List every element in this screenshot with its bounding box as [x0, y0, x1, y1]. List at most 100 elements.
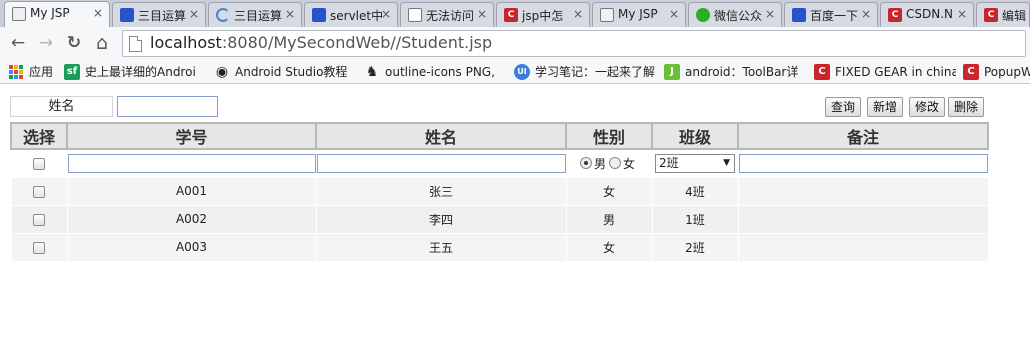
tab-title: 编辑	[1002, 9, 1027, 23]
header-gender: 性别	[565, 122, 653, 150]
close-tab-icon[interactable]: ×	[285, 7, 295, 21]
tab-title: 三目运算	[234, 9, 283, 23]
tab-jsp-how[interactable]: C jsp中怎 ×	[496, 2, 590, 27]
close-tab-icon[interactable]: ×	[957, 7, 967, 21]
url-path: :8080/MySecondWeb//Student.jsp	[221, 33, 493, 52]
forward-arrow-icon[interactable]: →	[36, 33, 56, 53]
header-select: 选择	[10, 122, 68, 150]
bookmarks-bar: 应用 sf 史上最详细的Androi ◉ Android Studio教程 ♞ …	[0, 60, 1030, 84]
apps-grid-icon	[8, 64, 24, 80]
bookmark-android-studio[interactable]: ◉ Android Studio教程	[214, 63, 354, 81]
cell	[10, 176, 68, 206]
bookmark-label: 学习笔记：一起来了解	[535, 65, 656, 79]
github-icon: ◉	[215, 64, 229, 80]
back-arrow-icon[interactable]: ←	[8, 33, 28, 53]
row-checkbox[interactable]	[33, 185, 45, 198]
bookmark-outline-icons[interactable]: ♞ outline-icons PNG,	[364, 63, 504, 81]
bookmark-fixed-gear[interactable]: C FIXED GEAR in china	[814, 63, 956, 81]
bookmark-label: PopupW	[984, 65, 1030, 79]
cell-name: 张三	[315, 176, 567, 206]
tab-wechat[interactable]: 微信公众 ×	[688, 2, 782, 27]
close-tab-icon[interactable]: ×	[573, 7, 583, 21]
class-select-value: 2班	[659, 155, 679, 170]
cell	[10, 232, 68, 262]
row-checkbox[interactable]	[33, 213, 45, 226]
home-icon[interactable]: ⌂	[92, 33, 112, 53]
table-header-row: 选择 学号 姓名 性别 班级 备注	[10, 122, 989, 150]
bookmark-apps[interactable]: 应用	[8, 63, 58, 81]
baidu-paw-icon	[120, 8, 134, 22]
gender-male-radio[interactable]	[579, 157, 592, 170]
tab-ternary-1[interactable]: 三目运算 ×	[112, 2, 206, 27]
close-tab-icon[interactable]: ×	[669, 7, 679, 21]
bookmark-android-detail[interactable]: sf 史上最详细的Androi	[64, 63, 206, 81]
row-checkbox[interactable]	[33, 157, 45, 170]
table-row: A003 王五 女 2班	[10, 232, 989, 262]
tab-title: servlet中	[330, 9, 384, 23]
edit-button[interactable]: 修改	[909, 97, 945, 117]
address-bar[interactable]: localhost:8080/MySecondWeb//Student.jsp	[122, 30, 1026, 57]
search-name-input[interactable]	[117, 96, 218, 117]
csdn-icon: C	[504, 8, 518, 22]
close-tab-icon[interactable]: ×	[93, 6, 103, 20]
close-tab-icon[interactable]: ×	[381, 7, 391, 21]
jsp-page-icon	[12, 7, 26, 21]
cell-class: 4班	[651, 176, 739, 206]
tab-my-jsp-2[interactable]: My JSP ×	[592, 2, 686, 27]
row-checkbox[interactable]	[33, 241, 45, 254]
header-student-id: 学号	[66, 122, 317, 150]
student-id-input[interactable]	[67, 153, 316, 173]
j-icon: J	[664, 64, 680, 80]
bookmark-study-notes[interactable]: UI 学习笔记：一起来了解	[514, 63, 658, 81]
cell-name: 王五	[315, 232, 567, 262]
cell-student-id: A003	[66, 232, 317, 262]
cell-class: 2班	[651, 232, 739, 262]
tab-baidu[interactable]: 百度一下 ×	[784, 2, 878, 27]
bookmark-popupw[interactable]: C PopupW	[963, 63, 1030, 81]
remark-input[interactable]	[738, 153, 988, 173]
tab-title: 百度一下	[810, 9, 859, 23]
tab-csdn[interactable]: C CSDN.N ×	[880, 2, 974, 27]
bookmark-label: Android Studio教程	[235, 65, 348, 79]
tab-title: CSDN.N	[906, 7, 954, 21]
wechat-icon	[696, 8, 710, 22]
cell-student-id: A002	[66, 204, 317, 234]
sf-icon: sf	[64, 64, 80, 80]
class-select[interactable]: 2班 ▼	[655, 153, 735, 173]
student-table: 选择 学号 姓名 性别 班级 备注 男女 2班 ▼ A001 张三 女 4班 A…	[10, 122, 989, 262]
tab-ternary-2[interactable]: 三目运算 ×	[208, 2, 302, 27]
student-name-input[interactable]	[316, 153, 566, 173]
query-button[interactable]: 查询	[825, 97, 861, 117]
tab-my-jsp-active[interactable]: My JSP ×	[4, 1, 110, 27]
bookmark-label: android：ToolBar详	[685, 65, 799, 79]
add-button[interactable]: 新增	[867, 97, 903, 117]
dropdown-arrow-icon: ▼	[723, 157, 730, 168]
cell-gender: 女	[565, 176, 653, 206]
tab-servlet[interactable]: servlet中 ×	[304, 2, 398, 27]
reload-icon[interactable]: ↻	[64, 33, 84, 53]
url-text[interactable]: localhost:8080/MySecondWeb//Student.jsp	[150, 33, 492, 52]
close-tab-icon[interactable]: ×	[861, 7, 871, 21]
close-tab-icon[interactable]: ×	[765, 7, 775, 21]
csdn-icon: C	[984, 8, 998, 22]
cell-gender: 男	[565, 204, 653, 234]
person-icon: ♞	[365, 64, 379, 80]
tab-cannot-access[interactable]: 无法访问 ×	[400, 2, 494, 27]
tab-edit[interactable]: C 编辑	[976, 2, 1030, 27]
csdn-icon: C	[963, 64, 979, 80]
header-remark: 备注	[737, 122, 989, 150]
document-icon	[408, 8, 422, 22]
new-row-input: 男女 2班 ▼	[10, 148, 989, 178]
delete-button[interactable]: 删除	[948, 97, 984, 117]
close-tab-icon[interactable]: ×	[477, 7, 487, 21]
loading-spinner-icon	[216, 8, 230, 22]
tab-title: 三目运算	[138, 9, 187, 23]
cell: 2班 ▼	[651, 148, 739, 178]
cell	[737, 148, 989, 178]
baidu-paw-icon	[312, 8, 326, 22]
close-tab-icon[interactable]: ×	[189, 7, 199, 21]
gender-female-radio[interactable]	[609, 157, 621, 170]
bookmark-toolbar[interactable]: J android：ToolBar详	[664, 63, 804, 81]
header-name: 姓名	[315, 122, 567, 150]
url-host: localhost	[150, 33, 222, 52]
